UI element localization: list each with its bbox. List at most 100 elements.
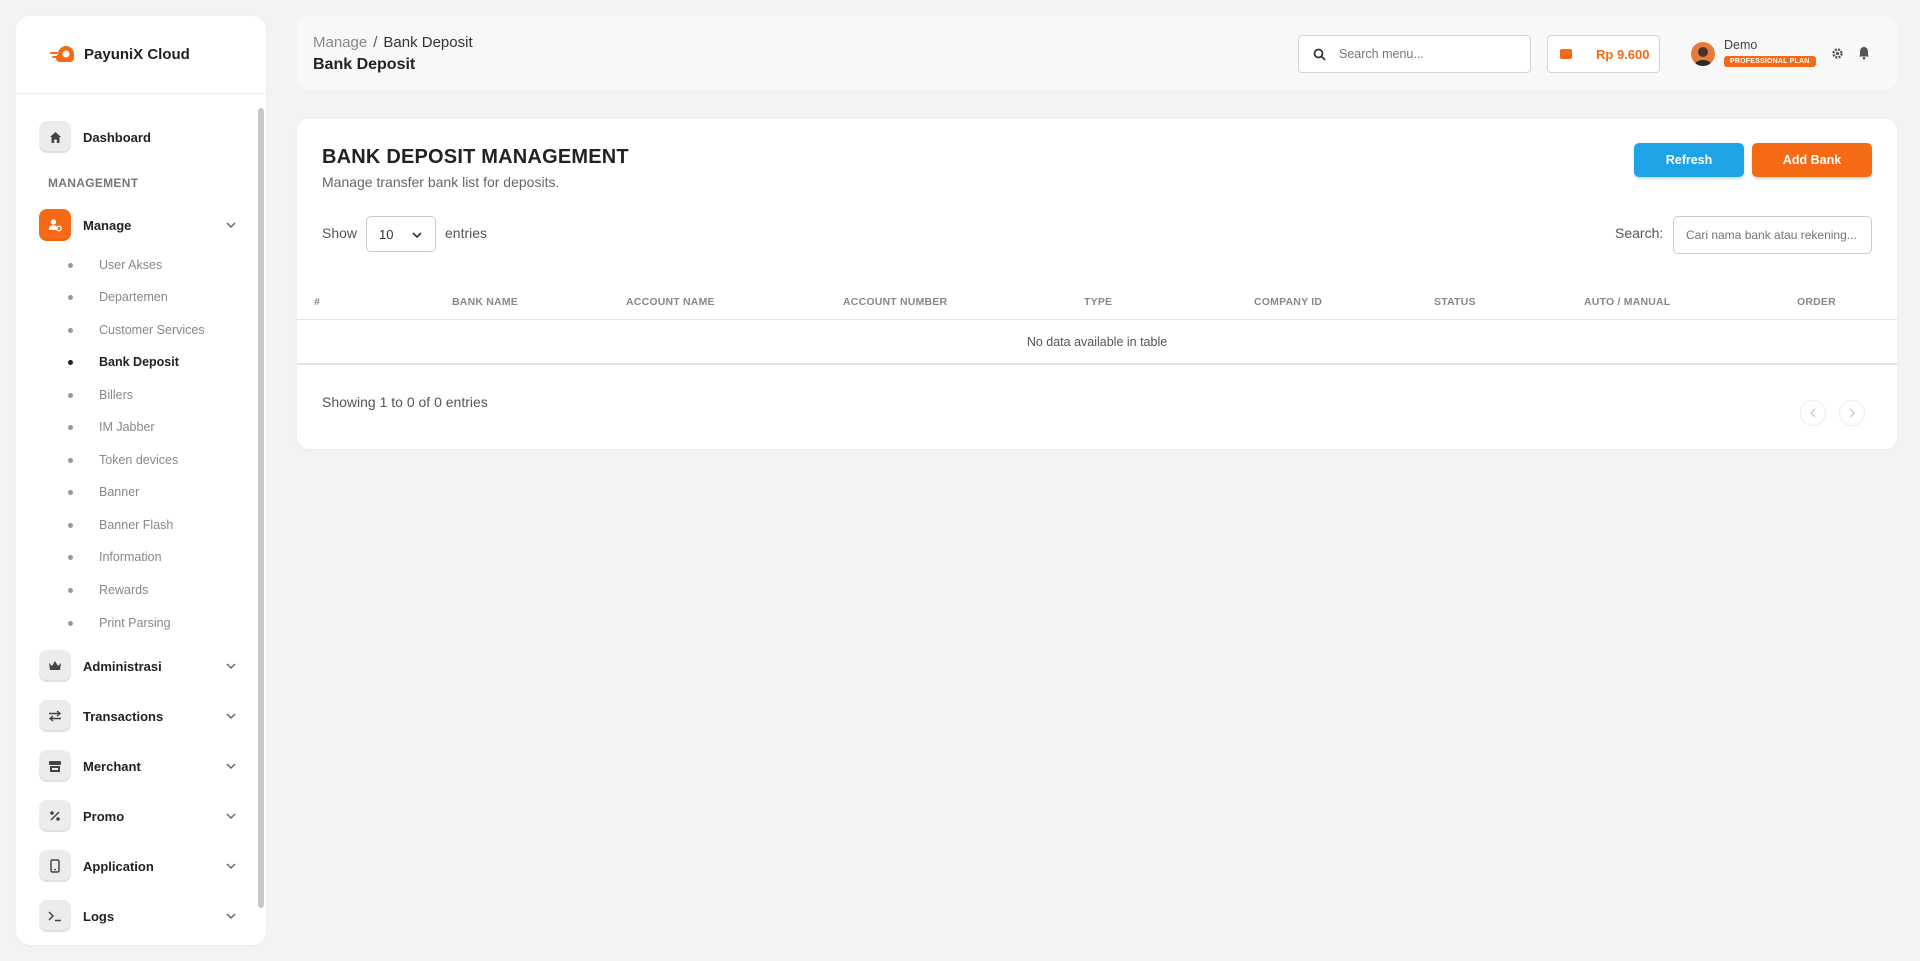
sidebar-subitem-information[interactable]: Information (68, 547, 162, 567)
exchange-icon (39, 700, 71, 732)
balance-amount: Rp 9.600 (1596, 46, 1650, 62)
chevron-down-icon (226, 863, 236, 870)
column-header-bank-name[interactable]: BANK NAME (452, 296, 518, 308)
bullet-icon (68, 522, 73, 528)
subitem-label: User Akses (99, 258, 163, 272)
bullet-icon (68, 587, 73, 593)
sidebar-subitem-departemen[interactable]: Departemen (68, 287, 168, 307)
sidebar-item-dashboard[interactable]: Dashboard (39, 120, 239, 154)
sidebar-subitem-billers[interactable]: Billers (68, 385, 133, 405)
terminal-icon (39, 900, 71, 932)
top-header: Manage / Bank Deposit Bank Deposit Rp 9.60… (297, 16, 1897, 90)
subitem-label: Rewards (99, 583, 149, 597)
sidebar-subitem-user-akses[interactable]: User Akses (68, 255, 162, 275)
sidebar-subitem-token-devices[interactable]: Token devices (68, 450, 178, 470)
chevron-down-icon (226, 763, 236, 770)
sidebar-item-application[interactable]: Application (39, 849, 239, 883)
sidebar-item-administrasi[interactable]: Administrasi (39, 649, 239, 683)
brand-name: PayuniX Cloud (84, 46, 190, 63)
sidebar-item-promo[interactable]: Promo (39, 799, 239, 833)
breadcrumb-current: Bank Deposit (383, 34, 473, 51)
sidebar-subitem-banner[interactable]: Banner (68, 482, 139, 502)
column-header-type[interactable]: TYPE (1084, 296, 1112, 308)
chevron-down-icon (226, 713, 236, 720)
brand[interactable]: PayuniX Cloud (16, 16, 266, 94)
table-search-input[interactable] (1673, 216, 1872, 254)
sidebar-item-merchant[interactable]: Merchant (39, 749, 239, 783)
breadcrumb-separator: / (373, 34, 378, 51)
sidebar-subitem-im-jabber[interactable]: IM Jabber (68, 417, 155, 437)
chevron-left-icon (1810, 408, 1816, 418)
bullet-icon (68, 294, 73, 300)
card-title: BANK DEPOSIT MANAGEMENT (322, 146, 629, 168)
sidebar-subitem-banner-flash[interactable]: Banner Flash (68, 515, 173, 535)
bullet-icon (68, 424, 73, 430)
avatar[interactable] (1691, 42, 1715, 66)
store-icon (39, 750, 71, 782)
previous-page-button[interactable] (1800, 400, 1826, 426)
bullet-icon (68, 489, 73, 495)
bullet-icon (68, 392, 73, 398)
bullet-icon (68, 262, 73, 268)
chevron-down-icon (412, 232, 422, 239)
bank-deposit-card: BANK DEPOSIT MANAGEMENT Manage transfer … (297, 119, 1897, 449)
sidebar-item-label: Promo (83, 808, 125, 824)
search-icon (1299, 48, 1339, 61)
sidebar-item-transactions[interactable]: Transactions (39, 699, 239, 733)
subitem-label: IM Jabber (99, 420, 155, 434)
mobile-icon (39, 850, 71, 882)
sidebar-item-label: Manage (83, 217, 132, 233)
subitem-label: Print Parsing (99, 616, 171, 630)
percent-icon (39, 800, 71, 832)
subitem-label: Customer Services (99, 323, 205, 337)
menu-search-input[interactable] (1339, 47, 1519, 61)
chevron-down-icon (226, 913, 236, 920)
page-length-value: 10 (379, 226, 394, 242)
home-icon (39, 121, 71, 153)
column-header-account-name[interactable]: ACCOUNT NAME (626, 296, 715, 308)
cloud-logo-icon (48, 40, 78, 70)
column-header-status[interactable]: STATUS (1434, 296, 1476, 308)
column-header-order[interactable]: ORDER (1797, 296, 1836, 308)
bullet-icon (68, 457, 73, 463)
sidebar-subitem-customer-services[interactable]: Customer Services (68, 320, 205, 340)
column-header-index[interactable]: # (314, 296, 320, 308)
sidebar-subitem-print-parsing[interactable]: Print Parsing (68, 613, 171, 633)
subitem-label: Billers (99, 388, 134, 402)
column-header-account-number[interactable]: ACCOUNT NUMBER (843, 296, 947, 308)
sidebar-item-logs[interactable]: Logs (39, 899, 239, 933)
subitem-label: Token devices (99, 453, 179, 467)
page-title: Bank Deposit (313, 56, 416, 73)
wallet-icon (1560, 49, 1572, 59)
section-title-management: MANAGEMENT (48, 176, 139, 190)
show-label: Show (322, 225, 358, 241)
breadcrumb-parent[interactable]: Manage (313, 34, 367, 51)
next-page-button[interactable] (1839, 400, 1865, 426)
table-search-label: Search: (1615, 225, 1664, 241)
user-settings-icon (39, 209, 71, 241)
table-info: Showing 1 to 0 of 0 entries (322, 394, 488, 410)
add-bank-button[interactable]: Add Bank (1752, 143, 1872, 177)
page-length-select[interactable]: 10 (366, 216, 436, 252)
chevron-down-icon (226, 222, 236, 229)
entries-label: entries (445, 225, 488, 241)
menu-search[interactable] (1298, 35, 1531, 73)
sidebar: PayuniX Cloud Dashboard MANAGEMENT Manag… (16, 16, 266, 945)
sidebar-scrollbar[interactable] (258, 108, 264, 908)
sidebar-item-manage[interactable]: Manage (39, 208, 239, 242)
plan-badge: PROFESSIONAL PLAN (1724, 56, 1816, 67)
sidebar-item-label: Transactions (83, 708, 164, 724)
wallet-balance[interactable]: Rp 9.600 (1547, 35, 1660, 73)
user-name[interactable]: Demo (1724, 38, 1757, 52)
bell-icon[interactable] (1858, 46, 1870, 65)
sidebar-item-label: Logs (83, 908, 115, 924)
column-header-company-id[interactable]: COMPANY ID (1254, 296, 1322, 308)
sidebar-subitem-bank-deposit[interactable]: Bank Deposit (68, 352, 179, 372)
sidebar-subitem-rewards[interactable]: Rewards (68, 580, 148, 600)
sidebar-item-label: Dashboard (83, 129, 151, 145)
column-header-auto-manual[interactable]: AUTO / MANUAL (1584, 296, 1670, 308)
bullet-icon (68, 554, 73, 560)
gear-icon[interactable] (1831, 47, 1844, 65)
card-subtitle: Manage transfer bank list for deposits. (322, 174, 560, 190)
refresh-button[interactable]: Refresh (1634, 143, 1744, 177)
